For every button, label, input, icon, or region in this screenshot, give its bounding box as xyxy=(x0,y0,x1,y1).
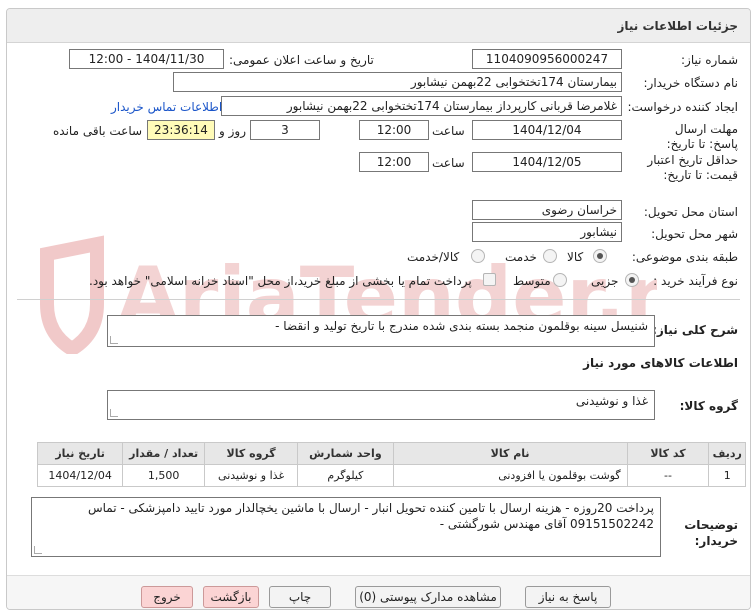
need-details-panel: جزئیات اطلاعات نیاز AriaTender.neT شماره… xyxy=(6,8,751,610)
category-label: طبقه بندی موضوعی: xyxy=(631,250,738,264)
need-number-field: 1104090956000247 xyxy=(472,49,622,69)
process-radio-medium[interactable] xyxy=(553,273,567,287)
process-label: نوع فرآیند خرید : xyxy=(653,274,738,288)
reply-time-field: 12:00 xyxy=(359,120,429,140)
section-divider xyxy=(17,299,740,300)
process-option-minor: جزیی xyxy=(591,274,619,288)
col-row: ردیف xyxy=(708,442,746,465)
treasury-checkbox[interactable] xyxy=(483,273,496,286)
category-radio-goods[interactable] xyxy=(593,249,607,263)
need-number-label: شماره نیاز: xyxy=(681,53,738,67)
creator-label: ایجاد کننده درخواست: xyxy=(627,100,738,114)
table-row[interactable]: 1 -- گوشت بوقلمون یا افزودنی کیلوگرم غذا… xyxy=(36,464,746,487)
resize-grip-icon[interactable] xyxy=(110,336,118,344)
goods-group-label: گروه کالا: xyxy=(679,399,738,413)
resize-grip-icon[interactable] xyxy=(110,409,118,417)
panel-title: جزئیات اطلاعات نیاز xyxy=(617,19,738,33)
announce-field: 1404/11/30 - 12:00 xyxy=(69,49,224,69)
buyer-notes-field: پرداخت 20روزه - هزینه ارسال با تامین کنن… xyxy=(31,497,661,557)
city-label: شهر محل تحویل: xyxy=(651,227,738,241)
exit-button[interactable]: خروج xyxy=(141,586,193,608)
resize-grip-icon[interactable] xyxy=(34,546,42,554)
buyer-contact-link[interactable]: اطلاعات تماس خریدار xyxy=(111,100,222,114)
goods-table: ردیف کد کالا نام کالا واحد شمارش گروه کا… xyxy=(36,442,746,487)
category-option-goods-service: کالا/خدمت xyxy=(407,250,460,264)
cell-row: 1 xyxy=(708,464,746,487)
buyer-org-label: نام دستگاه خریدار: xyxy=(643,76,739,90)
buyer-org-field: بیمارستان 174تختخوابی 22بهمن نیشابور xyxy=(173,72,622,92)
remaining-label: ساعت باقی مانده xyxy=(53,124,143,138)
col-unit: واحد شمارش xyxy=(297,442,394,465)
summary-label: شرح کلی نیاز: xyxy=(652,323,738,337)
back-button[interactable]: بازگشت xyxy=(203,586,259,608)
category-option-goods: کالا xyxy=(567,250,584,264)
province-label: استان محل تحویل: xyxy=(643,205,738,219)
city-field: نیشابور xyxy=(472,222,622,242)
summary-field: شنیسل سینه بوقلمون منجمد بسته بندی شده م… xyxy=(107,315,655,347)
cell-name: گوشت بوقلمون یا افزودنی xyxy=(392,464,628,487)
view-attachments-button[interactable]: مشاهده مدارک پیوستی (0) xyxy=(355,586,501,608)
goods-group-text: غذا و نوشیدنی xyxy=(575,394,648,408)
cell-unit: کیلوگرم xyxy=(297,464,394,487)
price-validity-label: حداقل تاریخ اعتبار قیمت: تا تاریخ: xyxy=(647,153,738,182)
process-option-medium: متوسط xyxy=(513,274,551,288)
creator-field: غلامرضا قربانی کارپرداز بیمارستان 174تخت… xyxy=(221,96,622,116)
reply-time-label: ساعت xyxy=(432,124,465,138)
days-remaining-field: 3 xyxy=(250,120,320,140)
reply-deadline-label: مهلت ارسال پاسخ: تا تاریخ: xyxy=(666,122,738,151)
day-and-label: روز و xyxy=(219,124,246,138)
price-time-label: ساعت xyxy=(432,156,465,170)
col-group: گروه کالا xyxy=(204,442,299,465)
category-option-service: خدمت xyxy=(505,250,537,264)
summary-text: شنیسل سینه بوقلمون منجمد بسته بندی شده م… xyxy=(275,319,648,333)
col-qty: تعداد / مقدار xyxy=(122,442,206,465)
cell-group: غذا و نوشیدنی xyxy=(204,464,299,487)
category-radio-service[interactable] xyxy=(543,249,557,263)
cell-qty: 1,500 xyxy=(122,464,206,487)
province-field: خراسان رضوی xyxy=(472,200,622,220)
price-date-field: 1404/12/05 xyxy=(472,152,622,172)
cell-code: -- xyxy=(626,464,710,487)
panel-header: جزئیات اطلاعات نیاز xyxy=(7,9,750,43)
price-time-field: 12:00 xyxy=(359,152,429,172)
buyer-notes-label: توضیحات خریدار: xyxy=(684,518,738,548)
payment-note: پرداخت تمام یا بخشی از مبلغ خرید،از محل … xyxy=(89,274,472,288)
goods-section-title: اطلاعات کالاهای مورد نیاز xyxy=(583,356,738,370)
reply-button[interactable]: پاسخ به نیاز xyxy=(525,586,611,608)
col-name: نام کالا xyxy=(392,442,628,465)
process-radio-minor[interactable] xyxy=(625,273,639,287)
reply-date-field: 1404/12/04 xyxy=(472,120,622,140)
watermark-shield-icon xyxy=(40,235,104,354)
table-header-row: ردیف کد کالا نام کالا واحد شمارش گروه کا… xyxy=(36,442,746,465)
col-code: کد کالا xyxy=(626,442,710,465)
cell-date: 1404/12/04 xyxy=(36,464,124,487)
col-date: تاریخ نیاز xyxy=(36,442,124,465)
print-button[interactable]: چاپ xyxy=(269,586,331,608)
goods-group-field: غذا و نوشیدنی xyxy=(107,390,655,420)
category-radio-goods-service[interactable] xyxy=(471,249,485,263)
countdown-timer: 23:36:14 xyxy=(147,120,215,140)
announce-label: تاریخ و ساعت اعلان عمومی: xyxy=(229,53,374,67)
buyer-notes-text: پرداخت 20روزه - هزینه ارسال با تامین کنن… xyxy=(88,501,654,531)
